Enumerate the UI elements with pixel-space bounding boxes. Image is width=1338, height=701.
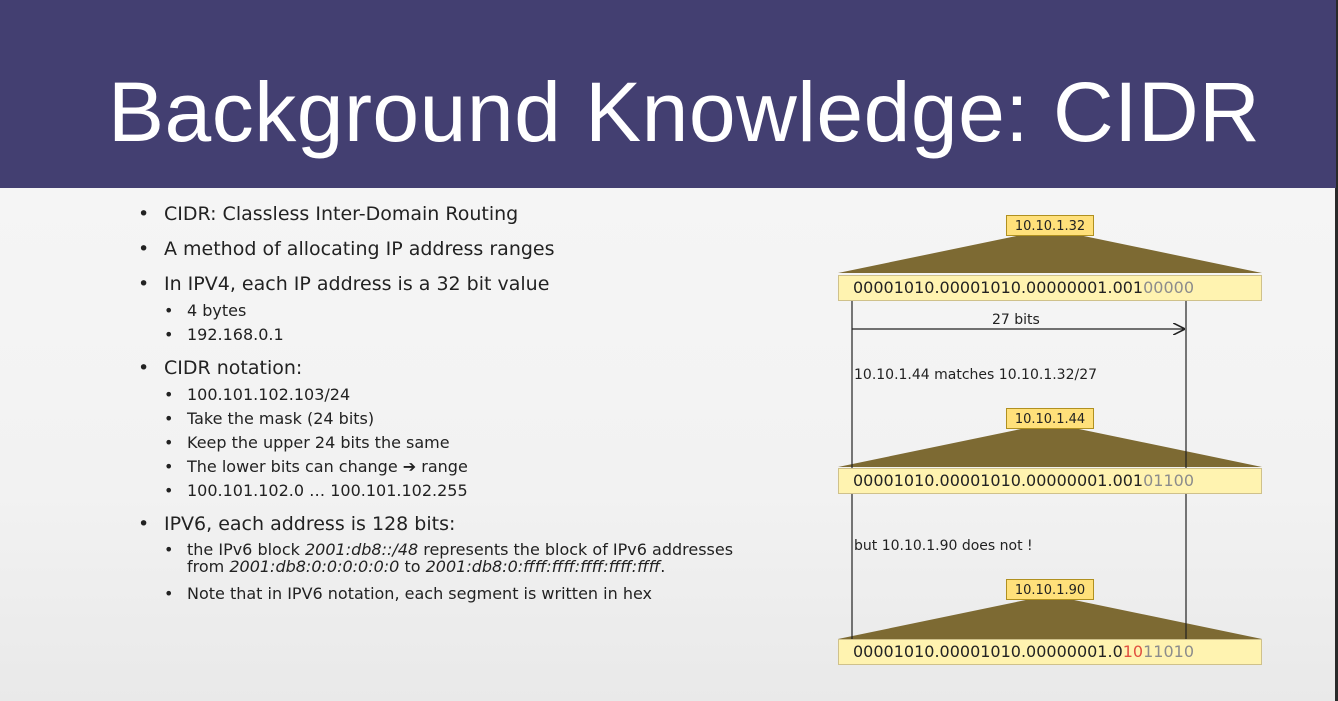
sub-bullet: • The lower bits can change ➔ range (164, 455, 798, 479)
mask-length-label: 27 bits (992, 312, 1040, 328)
sub-bullet: • the IPv6 block 2001:db8::/48 represent… (164, 541, 757, 575)
bullet-text: In IPV4, each IP address is a 32 bit val… (164, 273, 550, 295)
sub-bullet-text: . (660, 557, 666, 576)
ipv6-range-end: 2001:db8:0:ffff:ffff:ffff:ffff:ffff (425, 557, 661, 576)
sub-bullet: • 100.101.102.103/24 (164, 383, 798, 407)
sub-bullet-text: The lower bits can change (187, 457, 398, 476)
title-bar: Background Knowledge: CIDR (0, 0, 1336, 188)
sub-bullet-text: Take the mask (24 bits) (187, 409, 375, 428)
sub-bullet: • 192.168.0.1 (164, 323, 798, 347)
sub-bullet-text: to (399, 557, 426, 576)
bullet-dot-icon: • (164, 325, 174, 344)
bullet-text: IPV6, each address is 128 bits: (164, 513, 456, 535)
block2-bits: 00001010.00001010.00000001.00101100 (838, 468, 1262, 494)
sub-bullet: • 100.101.102.0 … 100.101.102.255 (164, 479, 798, 503)
ipv6-sublist: • the IPv6 block 2001:db8::/48 represent… (164, 541, 798, 606)
bullet-dot-icon: • (164, 584, 174, 603)
bullet-dot-icon: • (138, 357, 150, 379)
bullet-dot-icon: • (164, 540, 174, 559)
bullet-dot-icon: • (164, 409, 174, 428)
bullet-cidr-notation: • CIDR notation: (138, 355, 798, 381)
block1-bits: 00001010.00001010.00000001.00100000 (838, 275, 1262, 301)
sub-bullet-text: 192.168.0.1 (187, 325, 284, 344)
sub-bullet: • Keep the upper 24 bits the same (164, 431, 798, 455)
block3-label: 10.10.1.90 (1006, 579, 1094, 600)
sub-bullet-text: Note that in IPV6 notation, each segment… (187, 584, 652, 603)
bullet-ipv6: • IPV6, each address is 128 bits: (138, 511, 798, 537)
block3-bits-prefix: 00001010.00001010.00000001.0 (853, 642, 1123, 661)
block3-bits: 00001010.00001010.00000001.01011010 (838, 639, 1262, 665)
bullet-dot-icon: • (138, 513, 150, 535)
block3-triangle (838, 595, 1262, 639)
bullet-dot-icon: • (164, 385, 174, 404)
block2-bits-suffix: 01100 (1143, 471, 1195, 490)
bullet-dot-icon: • (138, 238, 150, 260)
block2-label: 10.10.1.44 (1006, 408, 1094, 429)
ipv4-sublist: • 4 bytes • 192.168.0.1 (164, 299, 798, 347)
block3-bits-diff: 10 (1122, 642, 1144, 661)
block1-bits-suffix: 00000 (1143, 278, 1195, 297)
bullet-cidr-definition: • CIDR: Classless Inter-Domain Routing (138, 201, 798, 227)
sub-bullet-text: range (421, 457, 468, 476)
bullet-text: CIDR: Classless Inter-Domain Routing (164, 203, 519, 225)
block1-label: 10.10.1.32 (1006, 215, 1094, 236)
bullet-dot-icon: • (164, 433, 174, 452)
arrow-right-icon: ➔ (402, 457, 417, 476)
sub-bullet: • 4 bytes (164, 299, 798, 323)
sub-bullet-text: 100.101.102.0 … 100.101.102.255 (187, 481, 468, 500)
block3-bits-suffix: 11010 (1143, 642, 1195, 661)
bullet-dot-icon: • (138, 203, 150, 225)
no-match-note: but 10.10.1.90 does not ! (854, 538, 1033, 554)
bullet-list: • CIDR: Classless Inter-Domain Routing •… (138, 201, 798, 606)
sub-bullet: • Note that in IPV6 notation, each segme… (164, 582, 798, 606)
sub-bullet-text: Keep the upper 24 bits the same (187, 433, 450, 452)
bullet-dot-icon: • (138, 273, 150, 295)
bullet-dot-icon: • (164, 481, 174, 500)
match-note: 10.10.1.44 matches 10.10.1.32/27 (854, 367, 1098, 383)
block2-bits-prefix: 00001010.00001010.00000001.001 (853, 471, 1144, 490)
bullet-allocation-method: • A method of allocating IP address rang… (138, 236, 798, 262)
bullet-text: A method of allocating IP address ranges (164, 238, 555, 260)
sub-bullet: • Take the mask (24 bits) (164, 407, 798, 431)
sub-bullet-text: 100.101.102.103/24 (187, 385, 351, 404)
ipv6-range-start: 2001:db8:0:0:0:0:0:0 (229, 557, 400, 576)
cidr-diagram: 10.10.1.32 00001010.00001010.00000001.00… (830, 205, 1270, 675)
bullet-dot-icon: • (164, 301, 174, 320)
block1-bits-prefix: 00001010.00001010.00000001.001 (853, 278, 1144, 297)
bullet-dot-icon: • (164, 457, 174, 476)
bullet-ipv4: • In IPV4, each IP address is a 32 bit v… (138, 271, 798, 297)
sub-bullet-text: 4 bytes (187, 301, 247, 320)
slide-title: Background Knowledge: CIDR (108, 65, 1261, 159)
bullet-text: CIDR notation: (164, 357, 303, 379)
cidr-notation-sublist: • 100.101.102.103/24 • Take the mask (24… (164, 383, 798, 503)
slide: Background Knowledge: CIDR • CIDR: Class… (0, 0, 1338, 701)
